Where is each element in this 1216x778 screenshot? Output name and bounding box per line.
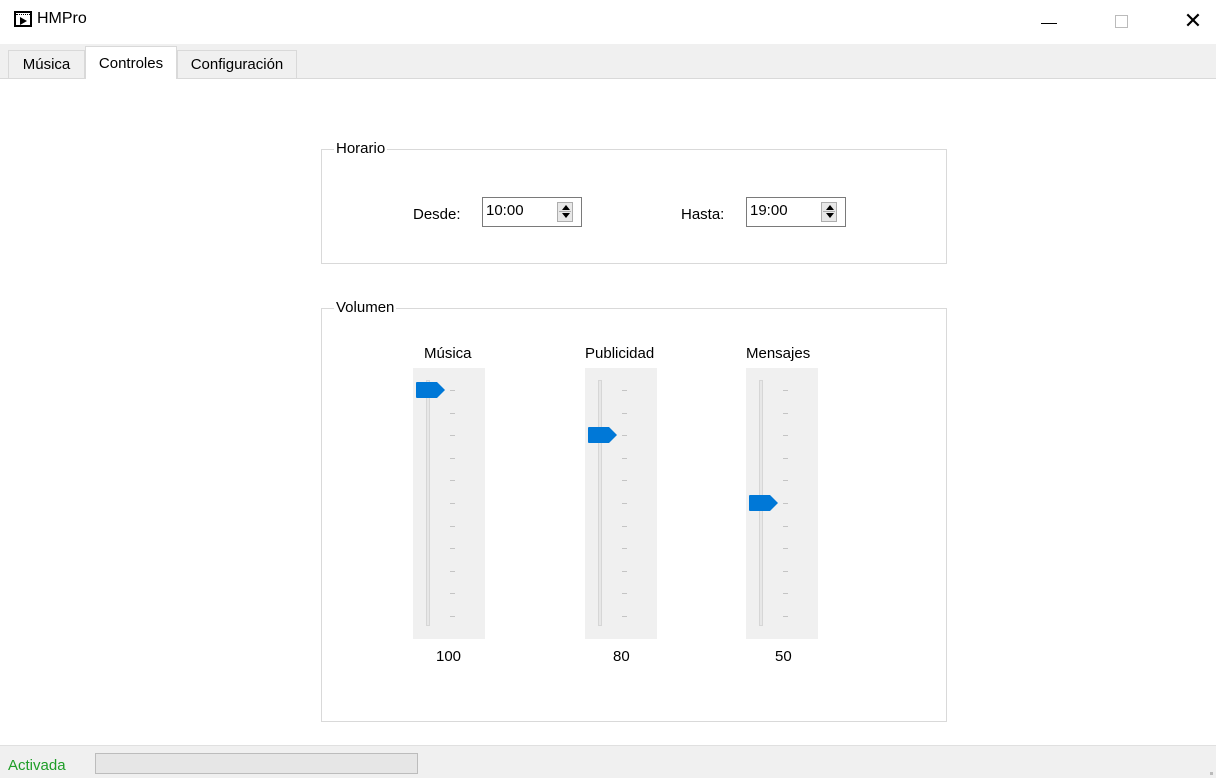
slider-tick: [450, 457, 455, 459]
slider-tick: [783, 390, 788, 391]
tab-musica[interactable]: Música: [8, 50, 85, 78]
slider-thumb[interactable]: [588, 427, 618, 444]
slider-tick: [783, 593, 788, 595]
slider-tick: [622, 570, 627, 572]
slider-tick: [622, 412, 627, 414]
slider-tick: [783, 457, 788, 459]
horario-legend: Horario: [334, 140, 388, 157]
slider-tick: [450, 390, 455, 391]
desde-time-picker[interactable]: 10:00: [482, 197, 582, 227]
close-button[interactable]: ✕: [1170, 6, 1216, 36]
status-text: Activada: [8, 757, 66, 774]
maximize-icon: [1114, 14, 1128, 28]
mensajes-volume-slider[interactable]: [746, 368, 818, 639]
slider-tick: [783, 435, 788, 437]
slider-tick: [450, 525, 455, 527]
slider-tick: [450, 412, 455, 414]
desde-time-value: 10:00: [486, 202, 524, 219]
minimize-icon: [1041, 22, 1057, 24]
desde-spin-button[interactable]: [557, 202, 573, 222]
slider-tick: [450, 593, 455, 595]
slider-tick: [783, 503, 788, 504]
slider-tick: [783, 570, 788, 572]
window-title: HMPro: [37, 10, 87, 27]
slider-track: [598, 380, 602, 626]
slider-tick: [622, 480, 627, 482]
slider-tick: [450, 548, 455, 550]
slider-tick: [450, 570, 455, 572]
slider-tick: [450, 435, 455, 437]
slider-tick: [622, 503, 627, 504]
slider-tick: [622, 548, 627, 550]
slider-tick: [450, 480, 455, 482]
volumen-legend: Volumen: [334, 299, 397, 316]
tab-strip: Música Controles Configuración: [0, 44, 1216, 79]
publicidad-volume-title: Publicidad: [585, 345, 655, 362]
minimize-button[interactable]: [1026, 6, 1072, 36]
publicidad-volume-value: 80: [613, 648, 630, 665]
tab-controles[interactable]: Controles: [85, 46, 177, 79]
close-icon: ✕: [1183, 8, 1203, 34]
slider-thumb[interactable]: [416, 382, 446, 398]
hasta-label: Hasta:: [681, 206, 725, 223]
slider-thumb[interactable]: [749, 495, 779, 511]
mensajes-volume-title: Mensajes: [746, 345, 811, 362]
app-icon: [14, 11, 32, 27]
slider-tick: [783, 548, 788, 550]
slider-tick: [783, 480, 788, 482]
musica-volume-value: 100: [436, 648, 462, 665]
desde-label: Desde:: [413, 206, 461, 223]
hasta-spin-button[interactable]: [821, 202, 837, 222]
maximize-button[interactable]: [1098, 6, 1144, 36]
slider-tick: [622, 616, 627, 617]
slider-tick: [783, 616, 788, 617]
status-progress-bar: [95, 753, 418, 774]
hasta-time-picker[interactable]: 19:00: [746, 197, 846, 227]
slider-tick: [783, 525, 788, 527]
slider-tick: [450, 503, 455, 504]
musica-volume-slider[interactable]: [413, 368, 485, 639]
musica-volume-title: Música: [424, 345, 472, 362]
slider-tick: [622, 593, 627, 595]
hasta-time-value: 19:00: [750, 202, 788, 219]
slider-tick: [622, 435, 627, 437]
title-bar: HMPro ✕: [0, 0, 1216, 44]
resize-grip[interactable]: [1210, 772, 1213, 775]
slider-tick: [622, 525, 627, 527]
slider-tick: [783, 412, 788, 414]
slider-tick: [622, 457, 627, 459]
slider-tick: [622, 390, 627, 391]
status-bar: Activada: [0, 745, 1216, 778]
tab-configuracion[interactable]: Configuración: [177, 50, 297, 78]
slider-track: [426, 380, 430, 626]
mensajes-volume-value: 50: [775, 648, 792, 665]
publicidad-volume-slider[interactable]: [585, 368, 657, 639]
slider-tick: [450, 616, 455, 617]
